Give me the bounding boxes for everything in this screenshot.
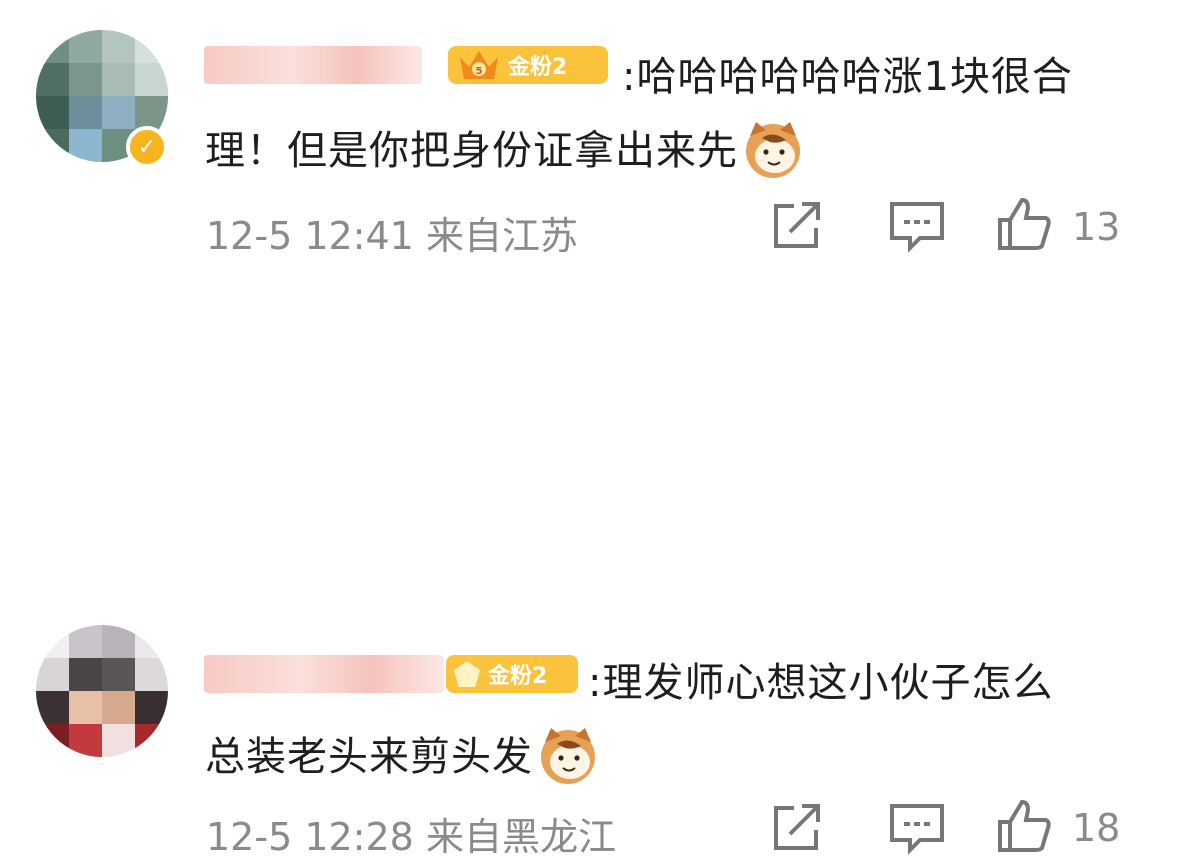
cat-emoji-icon — [746, 122, 800, 178]
like-icon[interactable] — [996, 196, 1054, 254]
verified-icon: ✓ — [126, 126, 168, 168]
comment-time: 12-5 12:41 — [206, 214, 414, 258]
comment-location: 来自黑龙江 — [425, 815, 616, 859]
svg-text:5: 5 — [476, 66, 483, 77]
comment-location: 来自江苏 — [425, 214, 578, 258]
comment-text-line1: :理发师心想这小伙子怎么 — [588, 660, 1054, 706]
fan-badge[interactable]: 5 金粉2 — [448, 46, 608, 84]
comment-text-line2-content: 总装老头来剪头发 — [205, 734, 533, 780]
comment-time: 12-5 12:28 — [206, 815, 414, 859]
badge-label: 金粉2 — [488, 664, 548, 689]
cat-emoji-icon — [541, 728, 595, 784]
reply-icon[interactable] — [888, 196, 946, 254]
reply-icon[interactable] — [888, 798, 946, 856]
fan-badge[interactable]: 金粉2 — [446, 655, 578, 693]
comment-text-line2: 理！但是你把身份证拿出来先 — [205, 118, 804, 184]
username-blurred[interactable] — [204, 655, 444, 693]
share-icon[interactable] — [768, 798, 826, 856]
comment-meta: 12-5 12:28 来自黑龙江 — [206, 806, 616, 861]
crown-icon: 5 — [460, 51, 498, 79]
gem-icon — [454, 661, 480, 687]
comment-meta: 12-5 12:41 来自江苏 — [206, 205, 578, 260]
like-count: 13 — [1072, 205, 1121, 249]
comment-text-line2: 总装老头来剪头发 — [205, 724, 599, 790]
like-icon[interactable] — [996, 798, 1054, 856]
comment-text-line1: :哈哈哈哈哈哈涨1块很合 — [622, 54, 1073, 100]
badge-label: 金粉2 — [508, 55, 568, 80]
comment-text-line2-content: 理！但是你把身份证拿出来先 — [205, 128, 738, 174]
avatar[interactable] — [36, 625, 168, 757]
username-blurred[interactable] — [204, 46, 422, 84]
share-icon[interactable] — [768, 196, 826, 254]
like-count: 18 — [1072, 806, 1121, 850]
